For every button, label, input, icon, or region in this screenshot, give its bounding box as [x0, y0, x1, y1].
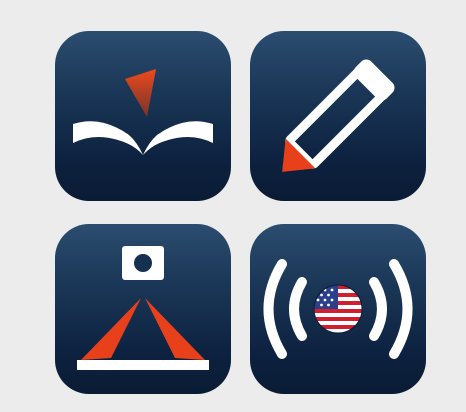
app-icon-us-audio[interactable] [250, 224, 426, 394]
book-right-page [143, 121, 213, 155]
pencil-eraser [353, 59, 395, 101]
app-icon-pencil[interactable] [250, 31, 426, 201]
book-left-page [73, 121, 143, 155]
light-beam-right [145, 298, 205, 360]
app-icon-grid [0, 0, 466, 412]
app-icon-book[interactable] [55, 31, 231, 201]
wave-left-inner [289, 277, 307, 341]
us-audio-broadcast-icon [263, 259, 413, 359]
ribbon-mark [125, 69, 156, 117]
camera-lens [134, 254, 152, 272]
app-icon-camera[interactable] [55, 224, 231, 394]
camera-base [77, 360, 209, 370]
pencil-tip [282, 138, 316, 172]
document-camera-icon [77, 246, 209, 370]
wave-right-outer [389, 259, 413, 359]
wave-right-inner [369, 277, 387, 341]
pencil-icon [282, 59, 395, 172]
wave-left-outer [263, 259, 287, 359]
us-flag-icon [314, 285, 362, 333]
light-beam-left [81, 298, 141, 360]
open-book-icon [73, 69, 213, 155]
